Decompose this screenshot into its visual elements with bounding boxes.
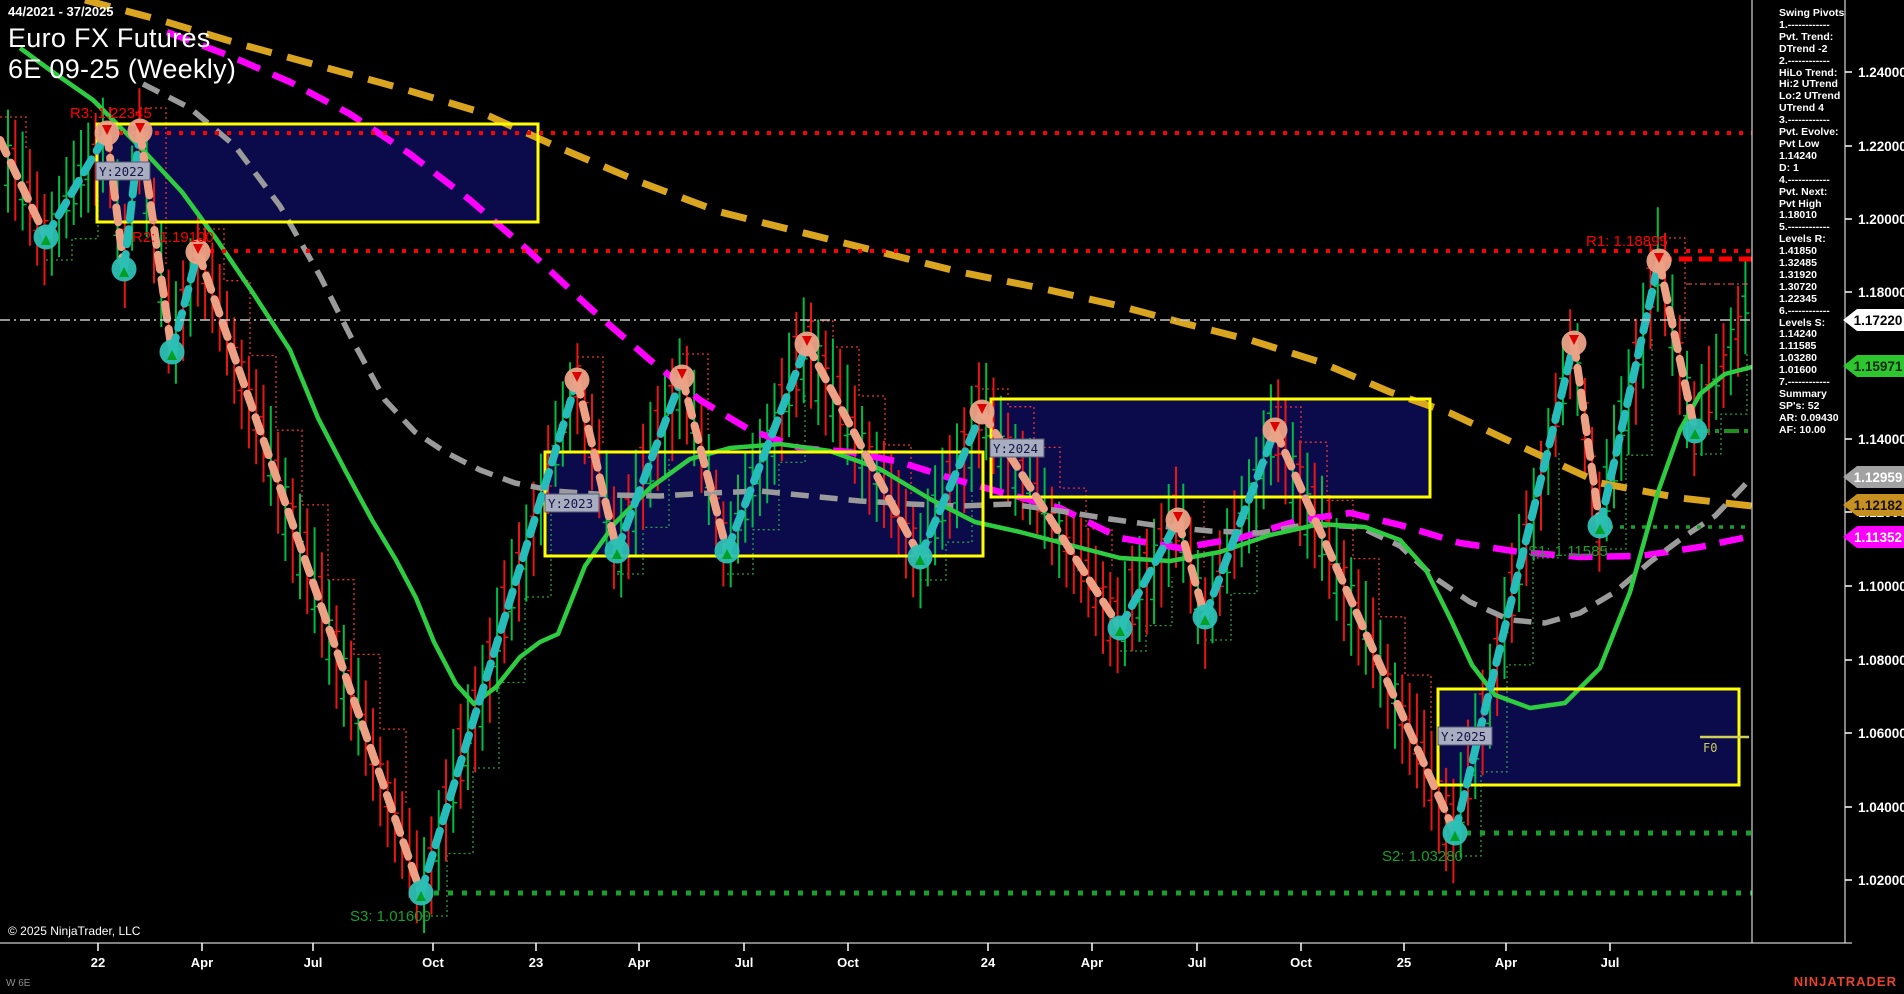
y-axis-tick-label: 1.10000 [1858, 579, 1904, 594]
chart-header: 44/2021 - 37/2025 Euro FX Futures 6E 09-… [8, 4, 236, 85]
pivot-panel-line: 4.------------ [1779, 175, 1847, 187]
pivot-panel-line: 1.22345 [1779, 294, 1847, 306]
pivot-panel-line: 2.------------ [1779, 56, 1847, 68]
x-axis-tick-label: Apr [1495, 955, 1517, 970]
pivot-panel-line: 1.30720 [1779, 282, 1847, 294]
y-axis-tick-label: 1.22000 [1858, 139, 1904, 154]
x-axis-tick-label: Oct [1290, 955, 1312, 970]
chart-subtitle: 6E 09-25 (Weekly) [8, 54, 236, 85]
price-tag-label: 1.12959 [1854, 470, 1903, 485]
x-axis-tick-label: 22 [91, 955, 105, 970]
year-range-box[interactable] [991, 399, 1430, 497]
instrument-label: W 6E [6, 978, 30, 989]
moving-averages [20, 0, 1752, 708]
pivot-panel-line: D: 1 [1779, 163, 1847, 175]
price-tag-label: 1.15971 [1854, 359, 1903, 374]
x-axis-tick-label: Jul [304, 955, 323, 970]
y-axis-tick-label: 1.14000 [1858, 432, 1904, 447]
level-label-r3: R3: 1.22345 [70, 105, 152, 122]
chart-canvas[interactable]: R3: 1.22345 R2: 1.19100 R1: 1.18895 S1: 1.1… [0, 0, 1904, 994]
price-tag-label: 1.12182 [1854, 498, 1903, 513]
ninjatrader-chart-window: R3: 1.22345 R2: 1.19100 R1: 1.18895 S1: 1.1… [0, 0, 1904, 994]
y-axis-tick-label: 1.20000 [1858, 212, 1904, 227]
year-label-text: Y:2025 [1441, 729, 1486, 744]
level-label-r1: R1: 1.18895 [1586, 233, 1668, 250]
swing-pivots-panel: Swing Pivots1.------------Pvt. Trend:DTr… [1779, 8, 1847, 437]
x-axis-tick-label: 23 [529, 955, 543, 970]
ninjatrader-logo: NINJATRADER [1794, 974, 1897, 989]
x-axis-tick-label: Oct [837, 955, 859, 970]
f0-label: F0 [1703, 741, 1717, 755]
pivot-panel-line: 1.14240 [1779, 151, 1847, 163]
zigzag-down-leg[interactable] [1574, 343, 1600, 526]
chart-title: Euro FX Futures [8, 23, 236, 54]
level-label-s2: S2: 1.03280 [1382, 848, 1463, 865]
copyright-label: © 2025 NinjaTrader, LLC [8, 924, 140, 938]
x-axis-tick-label: Apr [191, 955, 213, 970]
year-label-text: Y:2024 [993, 441, 1038, 456]
pivot-panel-line: AF: 10.00 [1779, 425, 1847, 437]
price-tag-label: 1.11352 [1854, 530, 1902, 545]
y-axis-tick-label: 1.02000 [1858, 873, 1904, 888]
y-axis-tick-label: 1.24000 [1858, 65, 1904, 80]
y-axis-tick-label: 1.04000 [1858, 800, 1904, 815]
stop-step-line-long [421, 512, 551, 917]
x-axis-tick-label: Apr [1081, 955, 1103, 970]
x-axis-tick-label: 25 [1397, 955, 1411, 970]
x-axis-tick-label: Jul [1188, 955, 1207, 970]
x-axis-tick-label: Apr [628, 955, 650, 970]
x-axis-tick-label: Oct [422, 955, 444, 970]
year-label-text: Y:2023 [548, 496, 593, 511]
level-label-s1: S1: 1.11585 [1528, 543, 1608, 560]
stop-step-line-long [1455, 451, 1559, 856]
x-axis-tick-label: Jul [1601, 955, 1620, 970]
year-label-text: Y:2022 [99, 164, 144, 179]
pivot-panel-line: AR: 0.09430 [1779, 413, 1847, 425]
y-axis-tick-label: 1.06000 [1858, 726, 1904, 741]
x-axis-tick-label: 24 [981, 955, 996, 970]
pivot-panel-line: 6.------------ [1779, 306, 1847, 318]
zigzag-down-leg[interactable] [1659, 261, 1695, 431]
pivot-panel-line: Pvt. Trend: [1779, 32, 1847, 44]
zigzag-up-leg[interactable] [1600, 261, 1659, 526]
x-axis-tick-label: Jul [735, 955, 754, 970]
level-label-r2: R2: 1.19100 [132, 229, 214, 246]
zigzag-down-leg[interactable] [198, 252, 421, 893]
level-label-s3: S3: 1.01600 [350, 908, 431, 925]
y-axis-tick-label: 1.18000 [1858, 285, 1904, 300]
pivot-panel-line: DTrend -2 [1779, 44, 1847, 56]
price-tag-label: 1.17220 [1854, 313, 1903, 328]
stop-step-line-short [198, 229, 406, 804]
date-range-label: 44/2021 - 37/2025 [8, 4, 236, 19]
pivot-panel-line: Pvt. Next: [1779, 187, 1847, 199]
price-tags: 1.17220 1.15971 1.12959 1.12182 1.11352 [1843, 309, 1904, 548]
ma-magenta-medium [167, 32, 1752, 557]
y-axis-tick-label: 1.08000 [1858, 653, 1904, 668]
